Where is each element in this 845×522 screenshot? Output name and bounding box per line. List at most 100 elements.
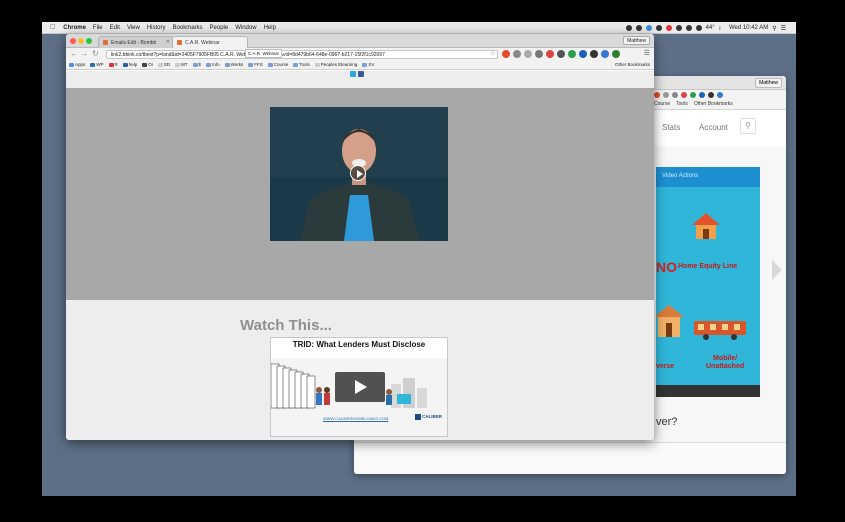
bookmark-course[interactable]: Course [267,62,288,67]
back-arrow-icon[interactable]: ← [70,49,78,58]
slide-mobile-text: Mobile/Unattached [706,355,744,371]
extension-icon[interactable] [524,50,532,58]
apple-icon[interactable]:  [50,24,55,31]
play-button-icon[interactable] [350,165,366,181]
extension-icon[interactable] [717,92,723,98]
bookmark-label: Tools [299,62,310,67]
weather-readout[interactable]: 44° [706,25,715,31]
menubar-clock[interactable]: Wed 10:42 AM [729,25,768,31]
bookmark-mt[interactable]: MT [175,62,188,67]
bookmark-tools[interactable]: Tools [676,101,688,107]
video-actions-bar[interactable]: Video Actions [656,167,760,187]
tab-car-webinar[interactable]: C.A.R. Webinar [172,36,248,48]
close-tab-icon[interactable]: ✕ [166,39,170,45]
section-heading: Watch This... [240,317,332,334]
extension-icon[interactable] [699,92,705,98]
menu-history[interactable]: History [147,25,166,31]
extension-icon[interactable] [663,92,669,98]
bookmark-ffs[interactable]: FFS [248,62,263,67]
menu-edit[interactable]: Edit [110,25,120,31]
bookmark-peoples-elearning[interactable]: Peoples Elearning [314,62,357,67]
wifi-icon[interactable]: ≀ [719,25,721,32]
status-icon[interactable] [635,25,642,31]
nav-account-link[interactable]: Account [699,123,728,132]
extension-icon[interactable] [672,92,678,98]
status-icon[interactable] [625,25,632,31]
bookmark-dollar[interactable]: $ [192,62,201,67]
back-video-player[interactable]: Video Actions NO Home Equity Line verse … [656,167,760,397]
next-arrow-icon[interactable] [772,260,782,280]
extension-icon[interactable] [590,50,598,58]
forward-arrow-icon[interactable]: → [80,49,88,58]
bookmark-star-icon[interactable]: ☆ [490,50,495,57]
status-icon[interactable] [645,25,652,31]
play-button-icon[interactable] [335,372,385,402]
menu-people[interactable]: People [210,25,229,31]
minimize-window-button[interactable] [78,38,84,44]
extension-icon[interactable] [546,50,554,58]
bookmark-label: Oi [148,62,153,67]
extension-icon[interactable] [681,92,687,98]
status-icon[interactable] [695,25,702,31]
profile-button[interactable]: Matthew [623,36,650,45]
bookmark-label: R [114,62,118,67]
speaker-video-player[interactable] [270,107,448,241]
bookmark-sd[interactable]: SD [157,62,170,67]
bookmark-wp[interactable]: WP [90,62,104,67]
extension-icon[interactable] [535,50,543,58]
featured-video-thumbnail[interactable]: TRID: What Lenders Must Disclose WWW.CAL… [270,337,448,437]
mac-menubar:  Chrome File Edit View History Bookmark… [42,22,796,34]
video-actions-label[interactable]: Video Actions [662,173,698,179]
menu-bookmarks[interactable]: Bookmarks [173,25,203,31]
bookmark-help[interactable]: help [122,62,137,67]
extension-icon[interactable] [612,50,620,58]
address-bar[interactable]: link2.bbink.co/tbext?p=land&id=2405F7905… [106,50,498,59]
back-profile-button[interactable]: Matthew [755,78,782,88]
extension-icon[interactable] [601,50,609,58]
menu-file[interactable]: File [93,25,103,31]
extension-icon[interactable] [502,50,510,58]
zoom-window-button[interactable] [86,38,92,44]
bookmark-r[interactable]: R [108,62,118,67]
menu-app-name[interactable]: Chrome [63,25,86,31]
twitter-icon[interactable] [350,71,356,77]
status-icon[interactable] [665,25,672,31]
menu-view[interactable]: View [127,25,140,31]
bookmark-works[interactable]: Works [224,62,243,67]
status-icon[interactable] [685,25,692,31]
extension-icon[interactable] [513,50,521,58]
tab-emails-edit[interactable]: Emails Edit - Bombb ✕ [98,36,174,48]
search-icon[interactable]: ⚲ [740,118,756,134]
extension-icon[interactable] [568,50,576,58]
featured-video-url[interactable]: WWW.CALIBERHOMELOANS.COM [323,416,388,421]
menu-help[interactable]: Help [264,25,276,31]
menu-window[interactable]: Window [235,25,256,31]
extension-icon[interactable] [579,50,587,58]
reload-icon[interactable]: ↻ [92,49,99,58]
page-icon [175,62,181,67]
bookmark-other[interactable]: Other Bookmarks [694,101,733,107]
r-icon [108,62,114,67]
video-control-bar[interactable] [656,385,760,397]
facebook-icon[interactable] [358,71,364,77]
nav-stats-link[interactable]: Stats [662,123,680,132]
other-bookmarks[interactable]: Other Bookmarks [615,60,650,69]
bookmark-tools[interactable]: Tools [293,62,310,67]
extension-icon[interactable] [708,92,714,98]
notification-center-icon[interactable]: ☰ [781,25,786,32]
extension-icon[interactable] [557,50,565,58]
bookmark-course[interactable]: Course [654,101,670,107]
extension-icon[interactable] [690,92,696,98]
bookmark-apps[interactable]: Apps [69,62,85,67]
close-window-button[interactable] [70,38,76,44]
spotlight-icon[interactable]: ⚲ [772,25,776,32]
hamburger-menu-icon[interactable]: ☰ [644,49,650,57]
bookmark-info[interactable]: Info [206,62,220,67]
bookmark-oi[interactable]: Oi [142,62,153,67]
chrome-browser-window[interactable]: Emails Edit - Bombb ✕ C.A.R. Webinar Mat… [66,34,654,440]
status-icon[interactable] [675,25,682,31]
status-icon[interactable] [655,25,662,31]
bookmark-sv[interactable]: SV [362,62,374,67]
extension-icon[interactable] [654,92,660,98]
folder-icon [293,62,299,67]
